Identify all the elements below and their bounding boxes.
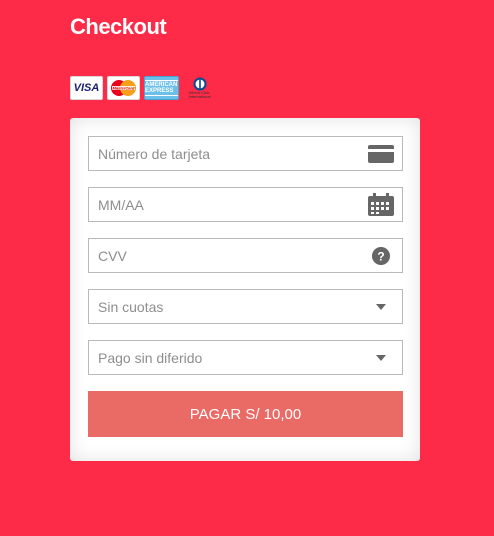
installments-value: Sin cuotas [98,298,164,315]
diners-text: Diners Club International [188,90,211,99]
chevron-down-icon [366,340,396,375]
credit-card-icon [366,136,396,171]
deferred-select[interactable]: Pago sin diferido [88,340,403,375]
mastercard-mark: MasterCard [111,80,136,96]
payment-form-panel: Número de tarjeta MM/AA CVV ? Sin cuotas… [70,118,420,461]
chevron-down-icon [366,289,396,324]
expiry-field[interactable]: MM/AA [88,187,403,222]
visa-logo: VISA [70,76,103,100]
card-number-field[interactable]: Número de tarjeta [88,136,403,171]
calendar-icon [366,187,396,222]
installments-select[interactable]: Sin cuotas [88,289,403,324]
cvv-placeholder: CVV [98,247,127,264]
svg-text:?: ? [377,249,384,263]
pay-button[interactable]: PAGAR S/ 10,00 [88,391,403,437]
card-number-placeholder: Número de tarjeta [98,145,211,162]
amex-text: AMERICAN EXPRESS [145,80,178,96]
mastercard-logo: MasterCard [107,76,140,100]
diners-mark [193,77,206,91]
help-icon[interactable]: ? [366,238,396,273]
page-title: Checkout [70,14,167,39]
deferred-value: Pago sin diferido [98,349,203,366]
svg-text:MasterCard: MasterCard [112,86,135,91]
expiry-placeholder: MM/AA [98,196,144,213]
accepted-cards: VISA MasterCard AMERICAN EXPRESS Diners … [70,76,216,100]
diners-logo: Diners Club International [183,76,216,100]
amex-logo: AMERICAN EXPRESS [144,76,179,100]
cvv-field[interactable]: CVV ? [88,238,403,273]
